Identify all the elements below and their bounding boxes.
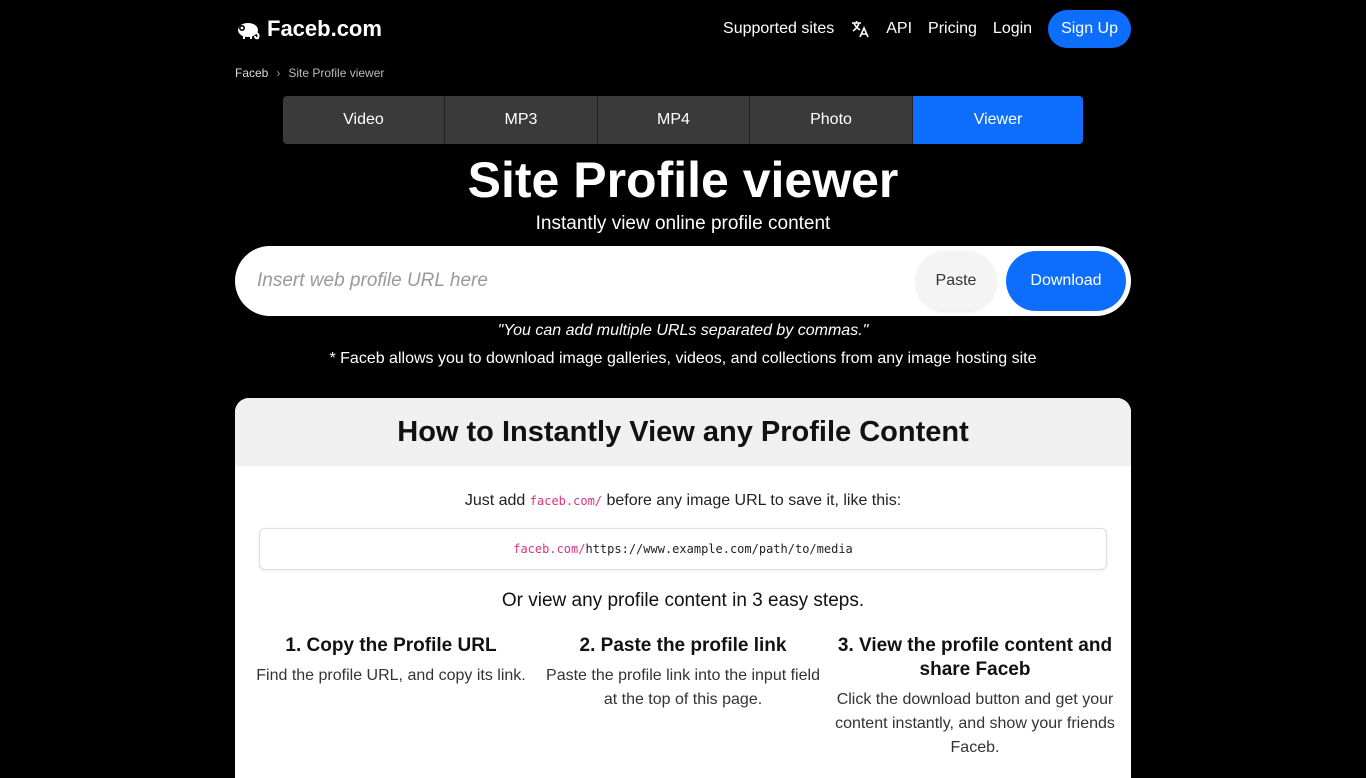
intro-text-after: before any image URL to save it, like th… — [602, 492, 902, 509]
format-tabs: Video MP3 MP4 Photo Viewer — [283, 96, 1083, 144]
howto-card: How to Instantly View any Profile Conten… — [235, 398, 1131, 778]
page-subtitle: Instantly view online profile content — [535, 213, 831, 234]
intro-text-before: Just add — [464, 492, 530, 509]
step-item: 3. View the profile content and share Fa… — [835, 634, 1115, 760]
logo-text: Faceb.com — [267, 16, 382, 41]
nav-login[interactable]: Login — [993, 20, 1032, 38]
download-button[interactable]: Download — [1006, 251, 1126, 311]
tab-mp4[interactable]: MP4 — [598, 96, 750, 144]
intro-code: faceb.com/ — [529, 494, 603, 508]
url-input[interactable] — [255, 269, 916, 293]
supported-content-note: * Faceb allows you to download image gal… — [329, 350, 1037, 367]
howto-title: How to Instantly View any Profile Conten… — [397, 415, 969, 448]
translate-icon[interactable] — [850, 19, 870, 39]
step-item: 2. Paste the profile link Paste the prof… — [543, 634, 823, 760]
step-title: 2. Paste the profile link — [579, 635, 787, 656]
example-prefix: faceb.com/ — [513, 542, 586, 556]
step-text: Click the download button and get your c… — [835, 691, 1115, 756]
nav-supported-sites[interactable]: Supported sites — [723, 20, 834, 38]
nav-api[interactable]: API — [886, 20, 912, 38]
step-text: Paste the profile link into the input fi… — [546, 667, 820, 708]
step-text: Find the profile URL, and copy its link. — [256, 667, 526, 684]
nav-pricing[interactable]: Pricing — [928, 20, 977, 38]
breadcrumb-separator: › — [276, 66, 281, 80]
example-url-box: faceb.com/https://www.example.com/path/t… — [259, 528, 1107, 570]
url-search-bar: Paste Download — [235, 246, 1131, 316]
chameleon-logo-icon — [235, 18, 261, 40]
step-title: 1. Copy the Profile URL — [285, 635, 497, 656]
tab-photo[interactable]: Photo — [750, 96, 913, 144]
steps-title: Or view any profile content in 3 easy st… — [501, 590, 865, 611]
tab-mp3[interactable]: MP3 — [445, 96, 598, 144]
step-item: 1. Copy the Profile URL Find the profile… — [251, 634, 531, 760]
howto-card-header: How to Instantly View any Profile Conten… — [235, 398, 1131, 466]
top-nav: Supported sites API Pricing Login Sign U… — [723, 10, 1131, 48]
paste-button[interactable]: Paste — [916, 251, 996, 311]
logo-link[interactable]: Faceb.com — [235, 16, 382, 42]
breadcrumb-home[interactable]: Faceb — [235, 66, 268, 80]
breadcrumb: Faceb › Site Profile viewer — [235, 66, 384, 80]
header: Faceb.com Supported sites API Pricing Lo… — [235, 0, 1131, 58]
howto-intro: Just add faceb.com/ before any image URL… — [235, 492, 1131, 510]
tab-viewer[interactable]: Viewer — [913, 96, 1083, 144]
multiple-urls-hint: "You can add multiple URLs separated by … — [497, 322, 869, 339]
tab-video[interactable]: Video — [283, 96, 445, 144]
example-url: https://www.example.com/path/to/media — [585, 542, 853, 556]
step-title: 3. View the profile content and share Fa… — [837, 635, 1113, 680]
breadcrumb-current: Site Profile viewer — [288, 66, 385, 80]
page-title: Site Profile viewer — [467, 152, 899, 208]
steps-list: 1. Copy the Profile URL Find the profile… — [251, 634, 1115, 760]
signup-button[interactable]: Sign Up — [1048, 10, 1131, 48]
